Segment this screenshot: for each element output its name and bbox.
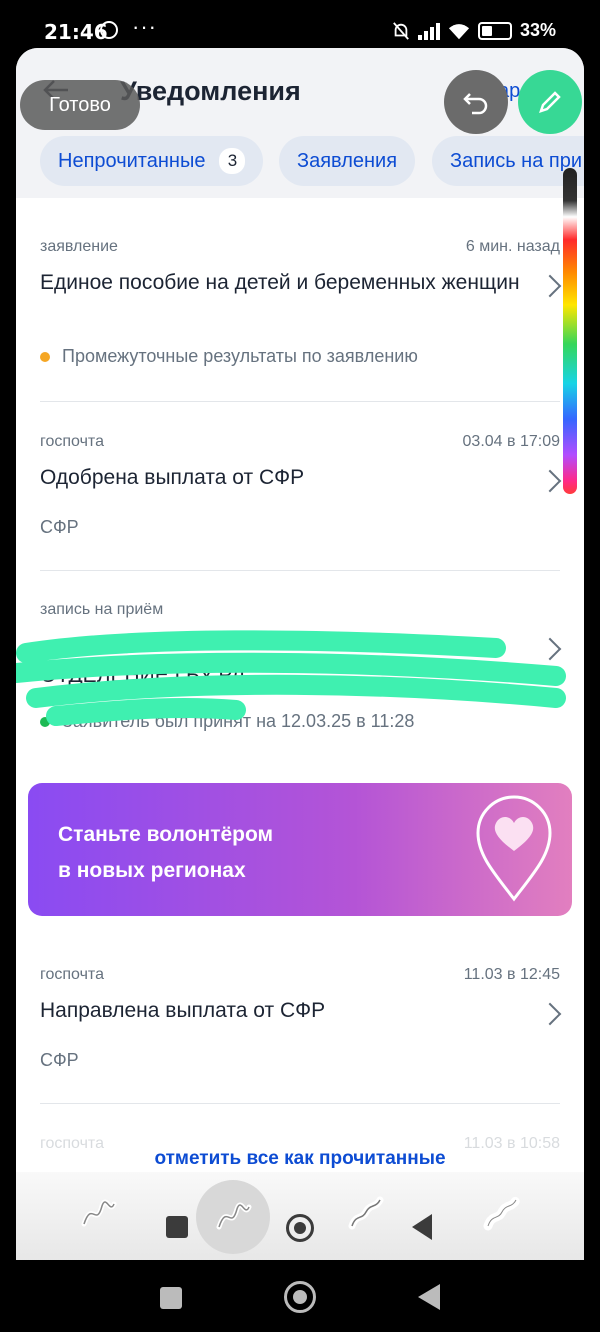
brush-style-4-icon[interactable]: [482, 1194, 522, 1234]
banner-text: Станьте волонтёром в новых регионах: [58, 817, 273, 889]
chip-label: Непрочитанные: [58, 149, 206, 172]
page-title: Уведомления: [120, 76, 301, 106]
notification-time: 11.03 в 12:45: [463, 966, 560, 983]
undo-button[interactable]: [444, 70, 508, 134]
chevron-right-icon: [538, 1002, 562, 1026]
brush-style-2-icon: [216, 1202, 252, 1230]
notification-item[interactable]: госпочта 03.04 в 17:09 Одобрена выплата …: [40, 433, 562, 553]
home-icon: [286, 1214, 314, 1242]
chip-label: Запись на при: [450, 149, 583, 172]
bell-off-icon: [393, 21, 409, 40]
chip-label: Заявления: [297, 149, 398, 172]
battery-icon: [477, 21, 512, 40]
wifi-icon: [448, 23, 470, 39]
chip-appointments[interactable]: Запись на при: [432, 136, 584, 186]
heart-pin-icon: [476, 795, 552, 902]
pen-button[interactable]: [518, 70, 582, 134]
notification-title: Одобрена выплата от СФР: [40, 466, 305, 489]
battery-level: 33%: [519, 20, 556, 40]
chip-unread[interactable]: Непрочитанные 3: [40, 136, 264, 186]
notification-subtitle-text: Промежуточные результаты по заявлению: [62, 346, 418, 366]
notification-subtitle-text: СФР: [40, 1050, 79, 1070]
unread-count-badge: 3: [219, 148, 246, 174]
color-picker-slider[interactable]: [563, 168, 577, 494]
brush-style-1-icon[interactable]: [78, 1194, 118, 1234]
notifications-screen: Уведомления ар Готово Непрочитанные 3 За…: [16, 48, 584, 1260]
selected-brush[interactable]: [196, 1180, 270, 1254]
notification-category: госпочта: [40, 433, 104, 450]
recent-apps-button[interactable]: [160, 1287, 182, 1309]
notification-category: запись на приём: [40, 601, 164, 618]
notification-subtitle: Промежуточные результаты по заявлению: [40, 346, 418, 367]
status-time: 21:46: [44, 20, 108, 44]
done-button[interactable]: Готово: [20, 80, 140, 130]
banner-line-1: Станьте волонтёром: [58, 823, 274, 846]
notification-time: 6 мин. назад: [465, 238, 560, 255]
notification-time: 03.04 в 17:09: [462, 433, 560, 450]
divider: [40, 570, 560, 571]
divider: [40, 401, 560, 402]
stop-icon: [166, 1216, 188, 1238]
status-icons: 33%: [392, 20, 556, 41]
back-triangle-icon: [412, 1214, 432, 1240]
notification-category: госпочта: [40, 966, 104, 983]
notification-item[interactable]: госпочта 11.03 в 12:45 Направлена выплат…: [40, 966, 562, 1086]
notification-title: Единое пособие на детей и беременных жен…: [40, 271, 520, 294]
mark-all-read-link[interactable]: отметить все как прочитанные: [16, 1148, 584, 1170]
banner-line-2: в новых регионах: [58, 859, 246, 882]
marker-scribble: [16, 630, 566, 726]
signal-icon: [417, 22, 440, 40]
markup-toolbar: [16, 1172, 584, 1260]
app-header: Уведомления ар Готово: [16, 48, 584, 138]
notification-subtitle-text: СФР: [40, 517, 79, 537]
filter-chips: Непрочитанные 3 Заявления Запись на при: [16, 136, 584, 198]
notification-title: Направлена выплата от СФР: [40, 999, 326, 1022]
more-notifications-icon: ···: [132, 14, 157, 39]
divider: [40, 1103, 560, 1104]
whatsapp-icon: [100, 21, 118, 39]
back-button[interactable]: [418, 1284, 440, 1310]
notification-item[interactable]: заявление 6 мин. назад Единое пособие на…: [40, 238, 562, 388]
status-dot-icon: [40, 351, 50, 362]
volunteer-banner[interactable]: Станьте волонтёром в новых регионах: [28, 783, 572, 916]
undo-icon: [463, 93, 488, 115]
chevron-right-icon: [538, 469, 562, 493]
chevron-right-icon: [538, 274, 562, 298]
notification-subtitle: СФР: [40, 517, 79, 538]
chip-applications[interactable]: Заявления: [279, 136, 416, 186]
notification-category: заявление: [40, 238, 118, 255]
pencil-icon: [539, 91, 561, 113]
notification-subtitle: СФР: [40, 1050, 79, 1071]
home-button[interactable]: [284, 1281, 316, 1313]
brush-style-3-icon[interactable]: [346, 1194, 386, 1234]
